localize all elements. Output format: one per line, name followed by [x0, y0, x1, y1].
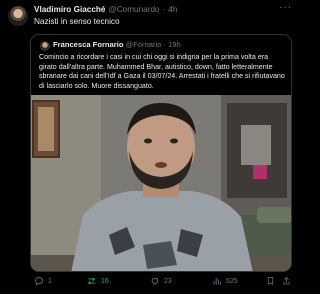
- quote-text: Comincio a ricordare i casi in cui chi o…: [39, 53, 285, 90]
- reply-count: 1: [48, 277, 52, 285]
- tweet-text: Nazisti in senso tecnico: [34, 17, 120, 26]
- dot-separator: ·: [163, 40, 167, 49]
- more-horizontal-icon[interactable]: ···: [279, 2, 292, 13]
- author-handle[interactable]: @Comunardo: [108, 5, 159, 14]
- repost-button[interactable]: 16: [86, 276, 109, 286]
- tweet-actions: 1 16 23 525: [34, 276, 292, 290]
- tweet-time[interactable]: 4h: [168, 5, 177, 14]
- like-count: 23: [164, 277, 172, 285]
- quote-author-avatar: [40, 41, 50, 51]
- quoted-tweet[interactable]: Francesca Fornario @Fornario · 19h Comincio…: [30, 34, 292, 272]
- quote-time: 19h: [168, 40, 181, 49]
- quote-photo[interactable]: [31, 95, 291, 271]
- like-button[interactable]: 23: [150, 276, 172, 286]
- bookmark-icon: [267, 277, 274, 285]
- share-button[interactable]: [282, 276, 291, 286]
- dot-separator: ·: [162, 5, 166, 14]
- repost-icon: [88, 277, 95, 285]
- views-count: 525: [226, 277, 238, 285]
- views-button[interactable]: 525: [212, 276, 238, 286]
- quote-author-name: Francesca Fornario: [53, 40, 124, 49]
- views-icon: [213, 277, 221, 285]
- quote-header: Francesca Fornario @Fornario · 19h: [53, 40, 181, 50]
- author-avatar[interactable]: [8, 6, 28, 26]
- bookmark-button[interactable]: [266, 276, 275, 286]
- tweet-header: Vladimiro Giacché @Comunardo · 4h: [34, 4, 177, 15]
- heart-icon: [151, 278, 159, 285]
- share-icon: [283, 277, 290, 285]
- tweet[interactable]: Vladimiro Giacché @Comunardo · 4h ··· Nazis…: [0, 0, 300, 294]
- reply-icon: [35, 277, 43, 286]
- quote-author-handle: @Fornario: [125, 40, 162, 49]
- repost-count: 16: [101, 277, 109, 285]
- author-name[interactable]: Vladimiro Giacché: [34, 5, 105, 14]
- photo-illustration: [31, 95, 291, 271]
- reply-button[interactable]: 1: [34, 276, 52, 286]
